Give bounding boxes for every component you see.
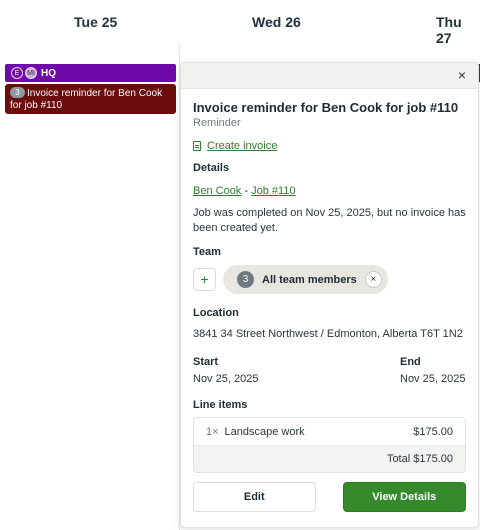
start-value: Nov 25, 2025	[193, 373, 259, 385]
create-invoice-label[interactable]: Create invoice	[207, 140, 277, 152]
details-heading: Details	[193, 162, 230, 174]
popover-subtitle: Reminder	[193, 117, 241, 129]
add-team-member-button[interactable]: +	[193, 268, 216, 291]
team-chip[interactable]: 3 All team members ×	[223, 265, 388, 294]
day-header-tue[interactable]: Tue 25	[74, 14, 117, 30]
create-invoice-link[interactable]: Create invoice	[193, 140, 466, 152]
end-value: Nov 25, 2025	[400, 373, 466, 385]
task-card-invoice-reminder[interactable]: 3 Invoice reminder for Ben Cook for job #…	[5, 84, 176, 114]
line-items-table: 1× Landscape work $175.00 Total $175.00	[193, 417, 466, 473]
end-date: End Nov 25, 2025	[400, 356, 466, 385]
team-count-badge: 3	[237, 271, 254, 288]
line-item-price: $175.00	[413, 425, 453, 438]
edit-button[interactable]: Edit	[193, 482, 316, 512]
location-heading: Location	[193, 307, 239, 319]
day-header-thu[interactable]: Thu 27	[436, 14, 480, 46]
start-date: Start Nov 25, 2025	[193, 356, 258, 385]
event-details-popover: × Invoice reminder for Ben Cook for job …	[180, 62, 479, 528]
link-separator: -	[241, 185, 252, 197]
event-bar-hq[interactable]: E MI HQ	[5, 64, 176, 82]
view-details-button[interactable]: View Details	[342, 482, 466, 512]
team-row: + 3 All team members ×	[193, 265, 466, 294]
task-card-label: Invoice reminder for Ben Cook for job #1…	[10, 88, 163, 111]
schedule-dates: Start Nov 25, 2025 End Nov 25, 2025	[193, 356, 466, 385]
assignee-count-badge: 3	[10, 87, 25, 98]
reminder-description: Job was completed on Nov 25, 2025, but n…	[193, 207, 466, 234]
line-items-heading: Line items	[193, 399, 248, 411]
location-address: 3841 34 Street Northwest / Edmonton, Alb…	[193, 328, 463, 340]
calendar-header: Tue 25 Wed 26 Thu 27	[0, 0, 480, 46]
popover-header: ×	[181, 63, 478, 89]
start-label: Start	[193, 356, 219, 368]
close-icon[interactable]: ×	[452, 65, 472, 85]
document-icon	[193, 141, 201, 151]
avatar: MI	[25, 67, 37, 79]
day-header-wed[interactable]: Wed 26	[252, 14, 301, 30]
line-items-total: Total $175.00	[194, 445, 465, 472]
remove-team-icon[interactable]: ×	[364, 271, 382, 288]
avatar: E	[11, 67, 23, 79]
job-link[interactable]: Job #110	[251, 185, 295, 197]
client-link[interactable]: Ben Cook	[193, 185, 241, 197]
team-chip-label: All team members	[262, 273, 357, 286]
line-item-qty: 1×	[206, 425, 219, 438]
end-label: End	[400, 356, 421, 368]
popover-actions: Edit View Details	[193, 482, 466, 512]
line-item-row: 1× Landscape work $175.00	[194, 418, 465, 445]
details-links: Ben Cook - Job #110	[193, 185, 466, 197]
popover-title: Invoice reminder for Ben Cook for job #1…	[193, 100, 459, 115]
team-heading: Team	[193, 246, 221, 258]
line-item-name: Landscape work	[224, 425, 305, 438]
event-bar-label: HQ	[41, 67, 56, 79]
